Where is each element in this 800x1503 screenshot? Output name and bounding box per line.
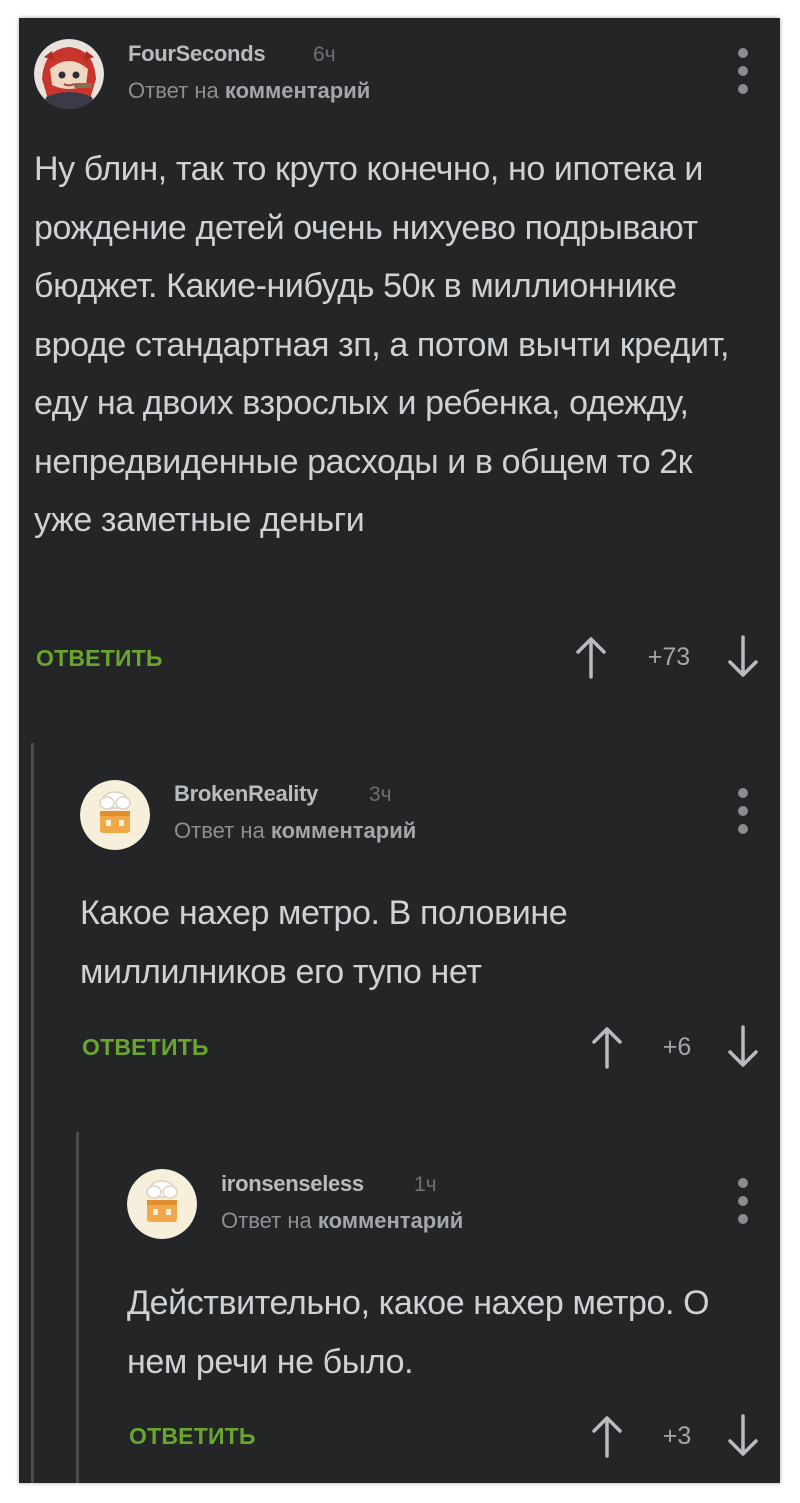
timestamp: 1ч — [414, 1173, 437, 1196]
comment: ironsenseless 1ч Ответ на комментарий Де… — [19, 18, 780, 1483]
default-avatar-icon[interactable] — [127, 1169, 197, 1239]
reply-target-link[interactable]: комментарий — [318, 1208, 463, 1233]
vote-score: +3 — [662, 1422, 692, 1450]
comments-panel: FourSeconds 6ч Ответ на комментарий Ну б… — [19, 18, 780, 1483]
reply-prefix: Ответ на — [221, 1208, 312, 1233]
downvote-arrow-icon[interactable] — [725, 1414, 761, 1458]
comment-text: Действительно, какое нахер метро. О нем … — [127, 1284, 710, 1381]
username[interactable]: ironsenseless — [221, 1171, 364, 1197]
reply-info: Ответ на комментарий — [221, 1208, 463, 1234]
reply-button[interactable]: ОТВЕТИТЬ — [129, 1423, 256, 1450]
screenshot-frame: FourSeconds 6ч Ответ на комментарий Ну б… — [0, 0, 800, 1503]
upvote-arrow-icon[interactable] — [589, 1414, 625, 1458]
more-options-icon[interactable] — [736, 1178, 750, 1224]
